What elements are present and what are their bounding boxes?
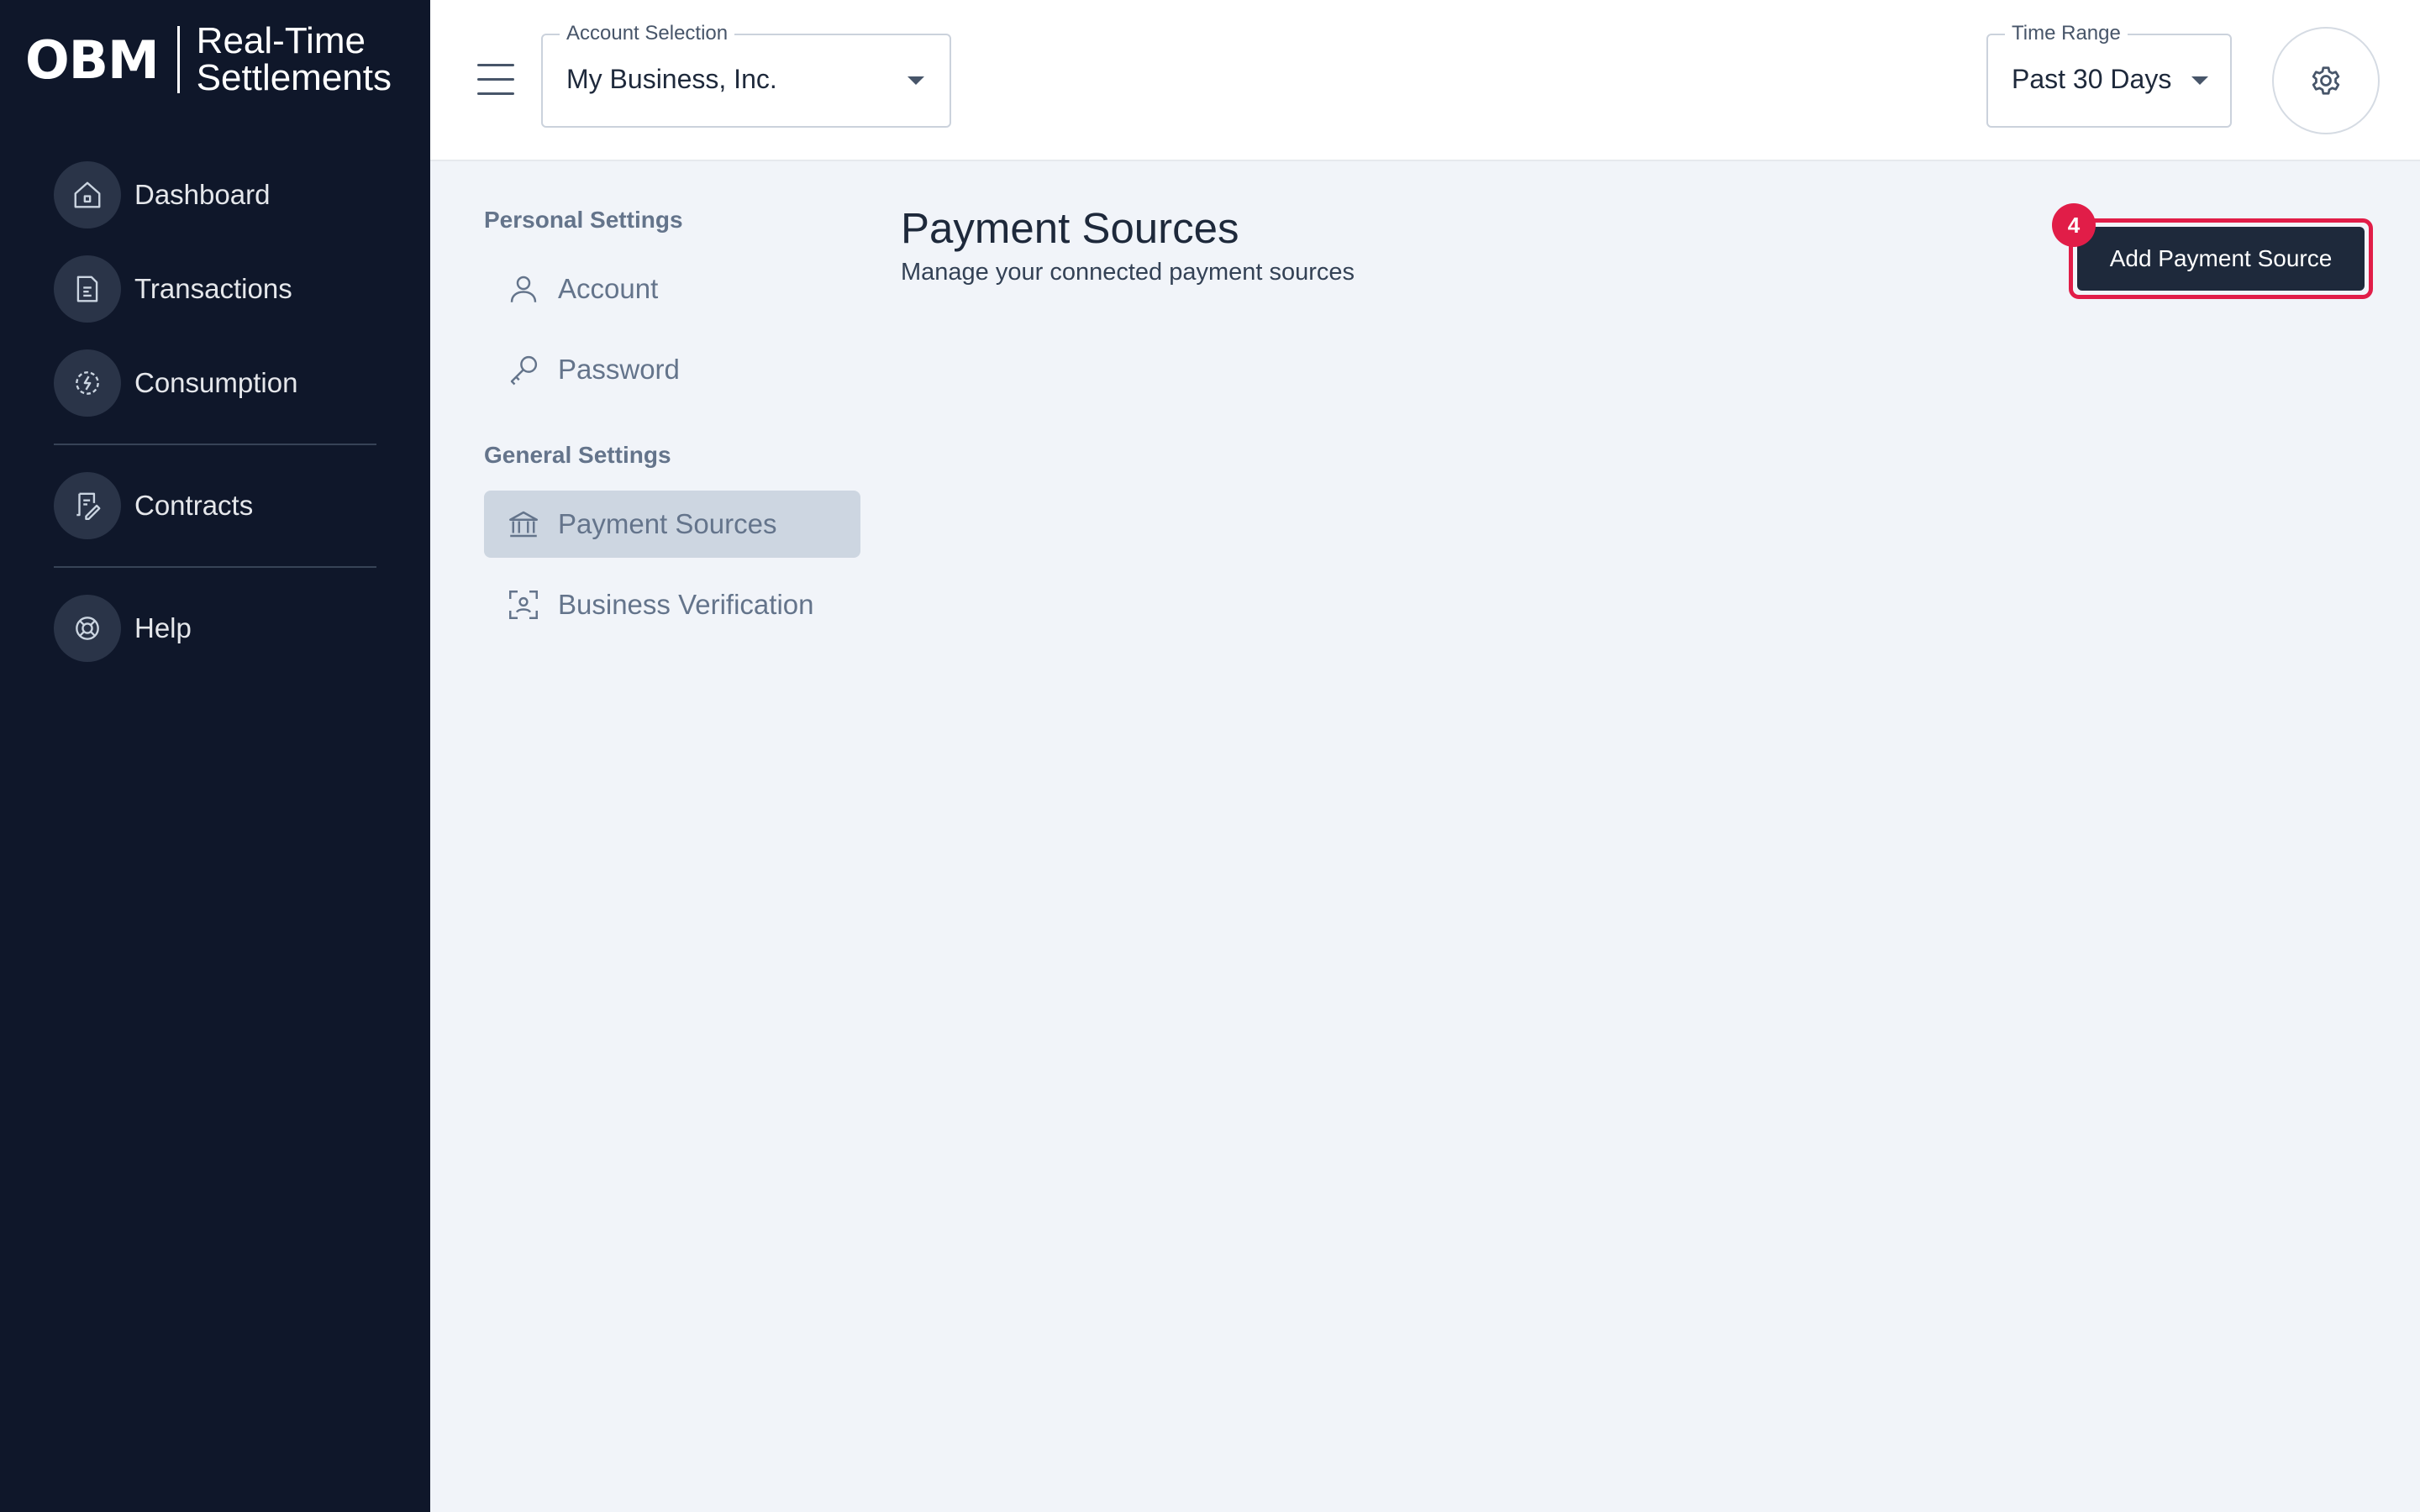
sidebar-divider	[54, 444, 376, 445]
settings-item-password[interactable]: Password	[484, 336, 860, 403]
settings-item-payment-sources[interactable]: Payment Sources	[484, 491, 860, 558]
app-logo[interactable]: OBM Real-Time Settlements	[25, 23, 392, 97]
sidebar-item-contracts[interactable]: Contracts	[54, 472, 253, 539]
chevron-down-icon	[2191, 76, 2208, 85]
time-range-select[interactable]: Time Range Past 30 Days	[1986, 22, 2232, 128]
sidebar-item-label: Help	[134, 612, 192, 643]
hamburger-icon[interactable]	[477, 64, 514, 97]
settings-item-account[interactable]: Account	[484, 255, 860, 323]
face-scan-icon	[509, 591, 538, 619]
key-icon	[510, 355, 538, 386]
settings-button[interactable]	[2272, 27, 2380, 134]
sidebar-item-consumption[interactable]: Consumption	[54, 349, 297, 417]
logo-text: Real-Time Settlements	[197, 23, 392, 97]
sidebar-item-dashboard[interactable]: Dashboard	[54, 161, 270, 228]
settings-item-label: Password	[558, 354, 680, 385]
contract-edit-icon	[54, 472, 121, 539]
sidebar-item-label: Dashboard	[134, 179, 271, 210]
account-select-label: Account Selection	[560, 22, 735, 45]
sidebar-divider	[54, 566, 376, 568]
page-subtitle: Manage your connected payment sources	[901, 259, 1355, 286]
step-badge: 4	[2052, 203, 2096, 247]
bank-icon	[509, 511, 538, 538]
sidebar-item-transactions[interactable]: Transactions	[54, 255, 292, 323]
general-settings-heading: General Settings	[484, 442, 671, 468]
logo-divider	[176, 26, 180, 93]
settings-item-business-verification[interactable]: Business Verification	[484, 571, 860, 638]
settings-item-label: Account	[558, 273, 659, 304]
sidebar-item-label: Consumption	[134, 367, 298, 398]
bolt-circle-icon	[54, 349, 121, 417]
sidebar: OBM Real-Time Settlements Dashboard Tran…	[0, 0, 430, 1512]
sidebar-item-label: Transactions	[134, 273, 292, 304]
logo-text-line2: Settlements	[196, 57, 392, 98]
chevron-down-icon	[908, 76, 924, 85]
sidebar-item-label: Contracts	[134, 490, 254, 521]
time-range-value: Past 30 Days	[2012, 64, 2172, 94]
logo-mark: OBM	[25, 29, 160, 91]
sidebar-item-help[interactable]: Help	[54, 595, 192, 662]
document-icon	[54, 255, 121, 323]
user-icon	[510, 276, 537, 302]
top-bar: Account Selection My Business, Inc. Time…	[430, 0, 2420, 161]
settings-item-label: Payment Sources	[558, 508, 777, 539]
personal-settings-heading: Personal Settings	[484, 207, 683, 233]
gear-icon	[2312, 66, 2340, 95]
home-icon	[54, 161, 121, 228]
account-select[interactable]: Account Selection My Business, Inc.	[541, 22, 951, 128]
logo-text-line1: Real-Time	[196, 20, 366, 61]
account-select-value: My Business, Inc.	[566, 64, 777, 94]
add-payment-source-button[interactable]: Add Payment Source	[2077, 227, 2365, 291]
settings-item-label: Business Verification	[558, 589, 814, 620]
lifebuoy-icon	[54, 595, 121, 662]
time-range-label: Time Range	[2005, 22, 2128, 45]
page-title: Payment Sources	[901, 204, 1239, 252]
